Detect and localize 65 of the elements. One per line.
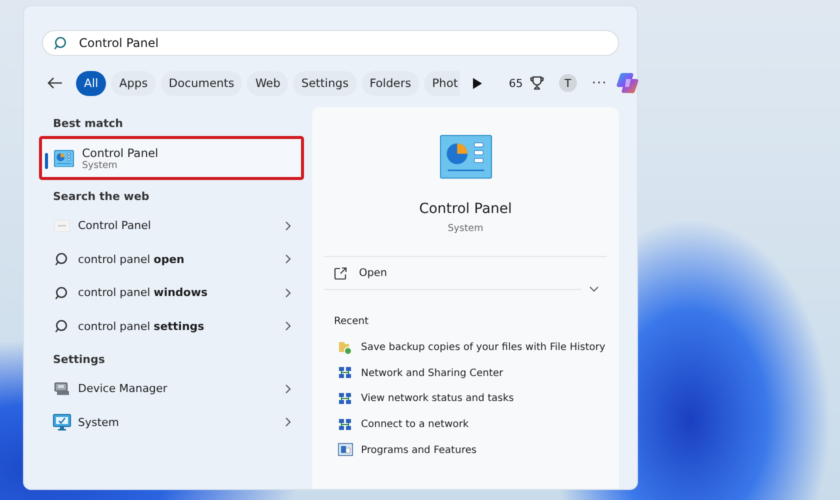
search-icon [55,319,69,334]
result-subtitle: System [82,160,118,170]
filter-tab[interactable]: Documents [160,70,242,96]
detail-subtitle: System [448,223,484,234]
device-manager-icon [53,380,71,397]
chevron-right-icon [284,288,292,298]
copilot-logo-icon [616,71,640,95]
chevron-right-icon [284,254,292,264]
web-result-item[interactable]: Control Panel [39,209,304,242]
search-field[interactable]: Control Panel [42,30,619,56]
chevron-down-icon[interactable] [589,286,599,292]
search-icon [55,286,69,300]
section-heading: Settings [52,353,106,366]
recent-item[interactable]: Save backup copies of your files with File History [324,335,607,361]
result-label: Control Panel [78,219,152,232]
site-thumbnail-icon [54,220,70,232]
play-icon[interactable] [472,78,482,88]
filter-tab[interactable]: Folders [362,70,420,96]
search-icon [54,36,69,50]
recent-item[interactable]: Network and Sharing Center [324,360,607,386]
web-result-item[interactable]: control panel settings [39,310,304,343]
search-icon [55,252,69,266]
settings-result-item[interactable]: Device Manager [39,372,304,406]
result-label: control panel windows [78,286,209,300]
open-action[interactable]: Open [324,260,607,286]
control-panel-icon [54,150,74,166]
programs-window-icon [338,443,352,458]
more-button[interactable]: ··· [592,76,608,90]
back-arrow-icon [47,77,63,89]
filter-tab[interactable]: Web [247,70,288,96]
chevron-right-icon [284,220,292,231]
filter-tab[interactable]: Phot [424,70,460,96]
result-label: Device Manager [78,382,168,396]
control-panel-icon [440,135,492,179]
filter-tab[interactable]: Apps [111,70,156,96]
trophy-icon [530,76,544,90]
network-icon [338,418,352,432]
account-avatar[interactable]: T [558,74,577,92]
section-heading: Best match [52,117,124,130]
recent-item[interactable]: View network status and tasks [324,386,607,412]
web-result-item[interactable]: control panel windows [39,276,304,310]
settings-result-item[interactable]: System [39,406,304,439]
best-match-item[interactable]: Control Panel System [39,136,304,180]
filter-tab[interactable]: All [76,70,106,96]
recent-item[interactable]: Programs and Features [324,437,607,463]
section-heading: Recent [334,316,370,327]
filter-tab[interactable]: Settings [293,70,357,96]
folder-history-icon [338,340,352,356]
external-link-icon [334,266,347,280]
result-label: control panel settings [78,320,206,333]
monitor-icon [53,414,71,431]
network-icon [338,392,352,406]
detail-title: Control Panel [419,201,512,217]
selection-indicator [45,153,48,169]
network-icon [338,366,352,380]
chevron-right-icon [284,384,292,394]
points-count: 65 [508,76,523,90]
chevron-right-icon [284,417,292,428]
chevron-right-icon [284,321,292,332]
result-label: control panel open [78,252,186,266]
result-label: System [78,416,120,429]
recent-item[interactable]: Connect to a network [324,412,607,438]
section-heading: Search the web [52,190,150,203]
result-title: Control Panel [82,146,158,160]
web-result-item[interactable]: control panel open [39,242,304,276]
